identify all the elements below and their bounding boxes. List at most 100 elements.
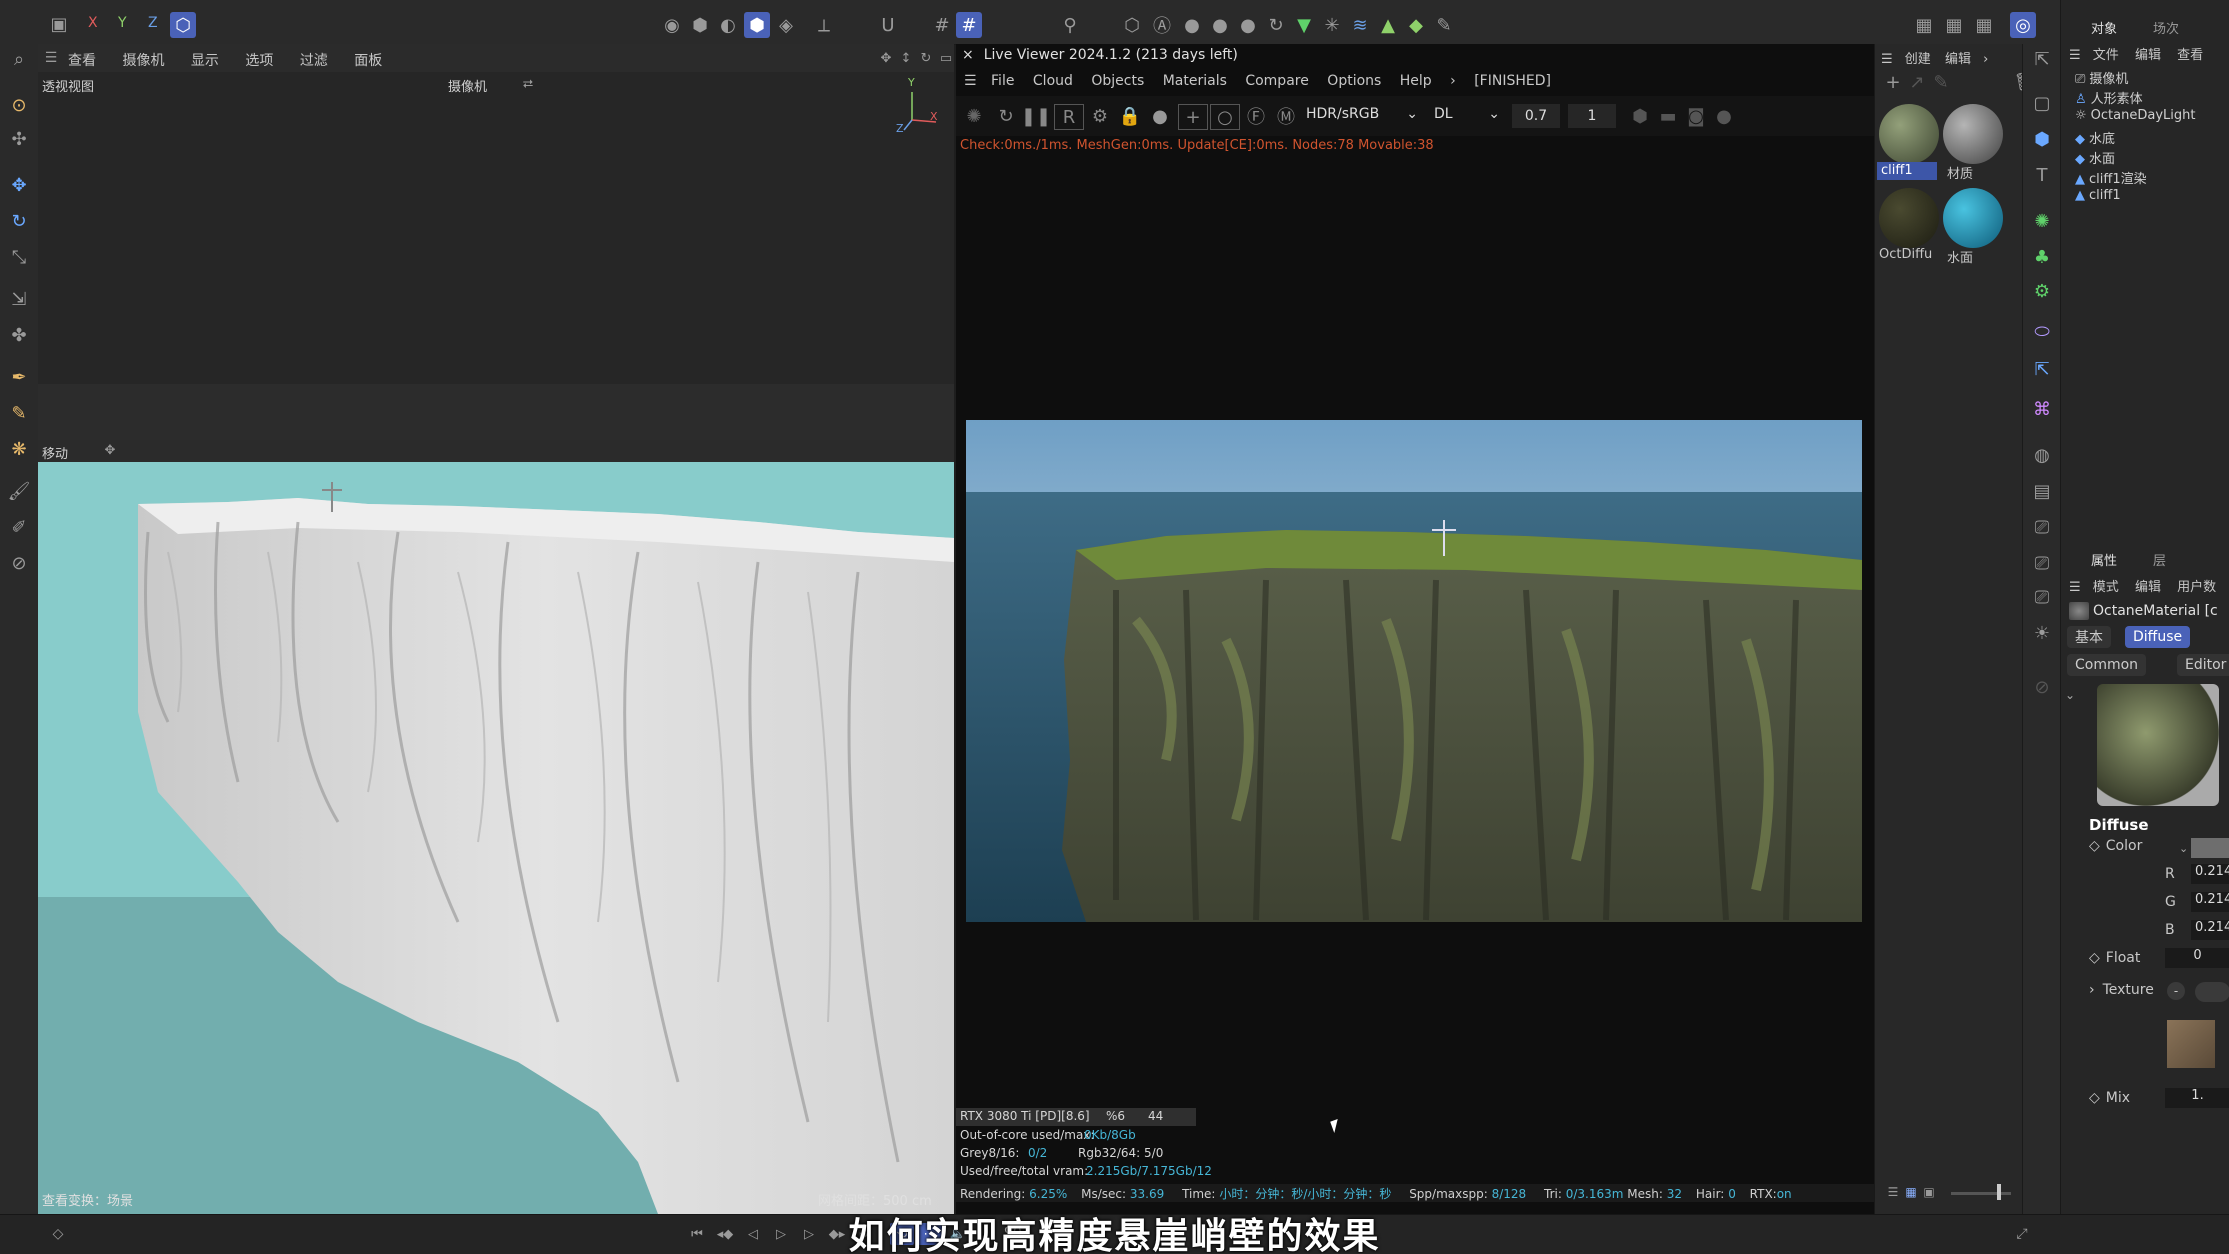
knife-icon[interactable]: ✐ xyxy=(4,512,34,542)
tab-attributes[interactable]: 属性 xyxy=(2091,550,2117,569)
refresh-icon[interactable]: ↻ xyxy=(1264,14,1288,36)
model-mode-icon[interactable]: ⬢ xyxy=(688,14,712,36)
shirt-icon[interactable]: ▼ xyxy=(1292,14,1316,36)
b-value-input[interactable]: 0.214 xyxy=(2191,920,2229,940)
text-tool-icon[interactable]: T xyxy=(2027,160,2057,190)
viewport-menu-filter[interactable]: 过滤 xyxy=(300,53,328,69)
material-swatch-cliff1[interactable] xyxy=(1879,104,1939,164)
edit-icon[interactable]: ✎ xyxy=(1931,72,1951,93)
tag-icon[interactable]: ⬭ xyxy=(2027,316,2057,346)
viewport-3d[interactable]: 查看变换：场景 网格间距：500 cm xyxy=(38,462,954,1214)
particles-icon[interactable]: ✳ xyxy=(1320,14,1344,36)
null-object-icon[interactable]: ▢ xyxy=(2027,88,2057,118)
maximize-icon[interactable]: ▭ xyxy=(936,48,956,68)
attr-menu-mode[interactable]: 模式 xyxy=(2093,580,2119,595)
grid-snap-icon[interactable]: # xyxy=(930,14,954,36)
thumbnail-size-slider[interactable] xyxy=(1951,1192,2011,1195)
viewport-perspective-empty[interactable]: 透视视图 摄像机 ⮂ Y X Z xyxy=(38,72,954,384)
mat-menu-create[interactable]: 创建 xyxy=(1905,52,1931,67)
polygon-mode-icon[interactable]: ◐ xyxy=(716,14,740,36)
camera-label[interactable]: 摄像机 xyxy=(448,76,487,95)
obj-menu-edit[interactable]: 编辑 xyxy=(2135,48,2161,63)
hamburger-icon[interactable]: ☰ xyxy=(2069,48,2081,63)
g-value-input[interactable]: 0.214 xyxy=(2191,892,2229,912)
material-swatch-default[interactable] xyxy=(1943,104,2003,164)
texture-thumbnail[interactable] xyxy=(2167,1020,2215,1068)
coordinate-system-icon[interactable]: ⬡ xyxy=(170,12,196,38)
hex-icon[interactable]: ⬢ xyxy=(1628,104,1652,128)
list-item[interactable]: ◆ 水面 xyxy=(2075,148,2115,167)
r-value-input[interactable]: 0.214 xyxy=(2191,864,2229,884)
light-icon[interactable]: ☀ xyxy=(2027,618,2057,648)
move-crosshair-icon[interactable]: ✥ xyxy=(100,440,120,460)
list-item[interactable]: ⎚ 摄像机 xyxy=(2075,68,2128,87)
dolly-icon[interactable]: ↕ xyxy=(896,48,916,68)
eraser-icon[interactable]: ◆ xyxy=(1404,14,1428,36)
hamburger-icon[interactable]: ☰ xyxy=(40,47,62,69)
material-name-default[interactable]: 材质 xyxy=(1947,163,1973,182)
transform-icon[interactable]: ⇲ xyxy=(4,284,34,314)
octane-icon[interactable]: ◎ xyxy=(2010,12,2036,38)
selection-tool-icon[interactable]: ✣ xyxy=(4,124,34,154)
add-region-icon[interactable]: + xyxy=(1178,104,1208,130)
environment-icon[interactable]: ◍ xyxy=(2027,440,2057,470)
lv-menu-options[interactable]: Options xyxy=(1327,73,1381,89)
tab-editor[interactable]: Editor xyxy=(2177,654,2229,676)
orbit-icon[interactable]: ↻ xyxy=(916,48,936,68)
snap-icon[interactable]: ⟂ xyxy=(812,14,836,36)
grid-view-icon[interactable]: ▦ xyxy=(1903,1184,1919,1200)
camera-target-icon[interactable]: ⎚ xyxy=(2027,548,2057,578)
sculpt-icon[interactable]: ❋ xyxy=(4,434,34,464)
nodes-icon[interactable]: ✤ xyxy=(4,320,34,350)
render-output-image[interactable] xyxy=(966,420,1862,922)
lv-menu-objects[interactable]: Objects xyxy=(1091,73,1144,89)
settings-gear-icon[interactable]: ⚙ xyxy=(1086,104,1114,128)
exposure-input[interactable]: 0.7 xyxy=(1512,104,1560,128)
list-item[interactable]: ▲ cliff1渲染 xyxy=(2075,168,2147,187)
slider-handle[interactable] xyxy=(1997,1184,2001,1200)
circle-icon[interactable]: ● xyxy=(1712,104,1736,128)
list-item[interactable]: ▲ cliff1 xyxy=(2075,188,2121,203)
restart-icon[interactable]: ↻ xyxy=(992,104,1020,128)
scale-tool-icon[interactable]: ⤡ xyxy=(4,242,34,272)
clapboard-icon[interactable]: ▤ xyxy=(2027,476,2057,506)
symmetry-icon[interactable]: ⚲ xyxy=(1058,14,1082,36)
brush-icon[interactable]: ✎ xyxy=(1432,14,1456,36)
gamma-input[interactable]: 1 xyxy=(1568,104,1616,128)
tab-common[interactable]: Common xyxy=(2067,654,2147,676)
spline-pen-icon[interactable]: ✎ xyxy=(4,398,34,428)
float-value-input[interactable]: 0 xyxy=(2165,948,2229,968)
material-name-cliff1[interactable]: cliff1 xyxy=(1881,163,1913,178)
render-preview-icon[interactable]: ▦ xyxy=(1912,14,1936,36)
sphere-icon[interactable]: ● xyxy=(1180,14,1204,36)
viewport-menu-display[interactable]: 显示 xyxy=(191,53,219,69)
axis-z-toggle[interactable]: Z xyxy=(148,15,158,31)
attr-menu-edit[interactable]: 编辑 xyxy=(2135,580,2161,595)
cube-icon[interactable]: ⬢ xyxy=(2027,124,2057,154)
tab-takes[interactable]: 场次 xyxy=(2153,18,2179,37)
cloner-icon[interactable]: ♣ xyxy=(2027,242,2057,272)
obj-menu-file[interactable]: 文件 xyxy=(2093,48,2119,63)
camera-icon[interactable]: ◙ xyxy=(1684,104,1708,128)
lv-menu-materials[interactable]: Materials xyxy=(1163,73,1227,89)
clay-mode-icon[interactable]: ● xyxy=(1146,104,1174,128)
paint-brush-icon[interactable]: 🖌 xyxy=(4,476,34,506)
pause-icon[interactable]: ❚❚ xyxy=(1021,104,1051,128)
viewport-menu-panel[interactable]: 面板 xyxy=(354,53,382,69)
lock-icon[interactable]: 🔒 xyxy=(1116,104,1144,128)
object-mode-icon[interactable]: ⬢ xyxy=(744,12,770,38)
camera-link-icon[interactable]: ⮂ xyxy=(518,74,538,94)
magnet-icon[interactable]: U xyxy=(876,14,900,36)
mat-menu-edit[interactable]: 编辑 xyxy=(1945,52,1971,67)
lv-menu-help[interactable]: Help xyxy=(1400,73,1432,89)
axis-y-toggle[interactable]: Y xyxy=(118,15,127,31)
attr-menu-user-data[interactable]: 用户数 xyxy=(2177,580,2216,595)
pick-focus-icon[interactable]: ○ xyxy=(1210,104,1240,130)
pen-tool-icon[interactable]: ✒ xyxy=(4,362,34,392)
lv-menu-cloud[interactable]: Cloud xyxy=(1033,73,1073,89)
list-item[interactable]: ♙ 人形素体 xyxy=(2075,88,2143,107)
move-tool-icon[interactable]: ✥ xyxy=(4,170,34,200)
object-panel-icon[interactable]: ⇱ xyxy=(2027,44,2057,74)
viewport-menu-view[interactable]: 查看 xyxy=(68,53,96,69)
generator-icon[interactable]: ✺ xyxy=(2027,206,2057,236)
